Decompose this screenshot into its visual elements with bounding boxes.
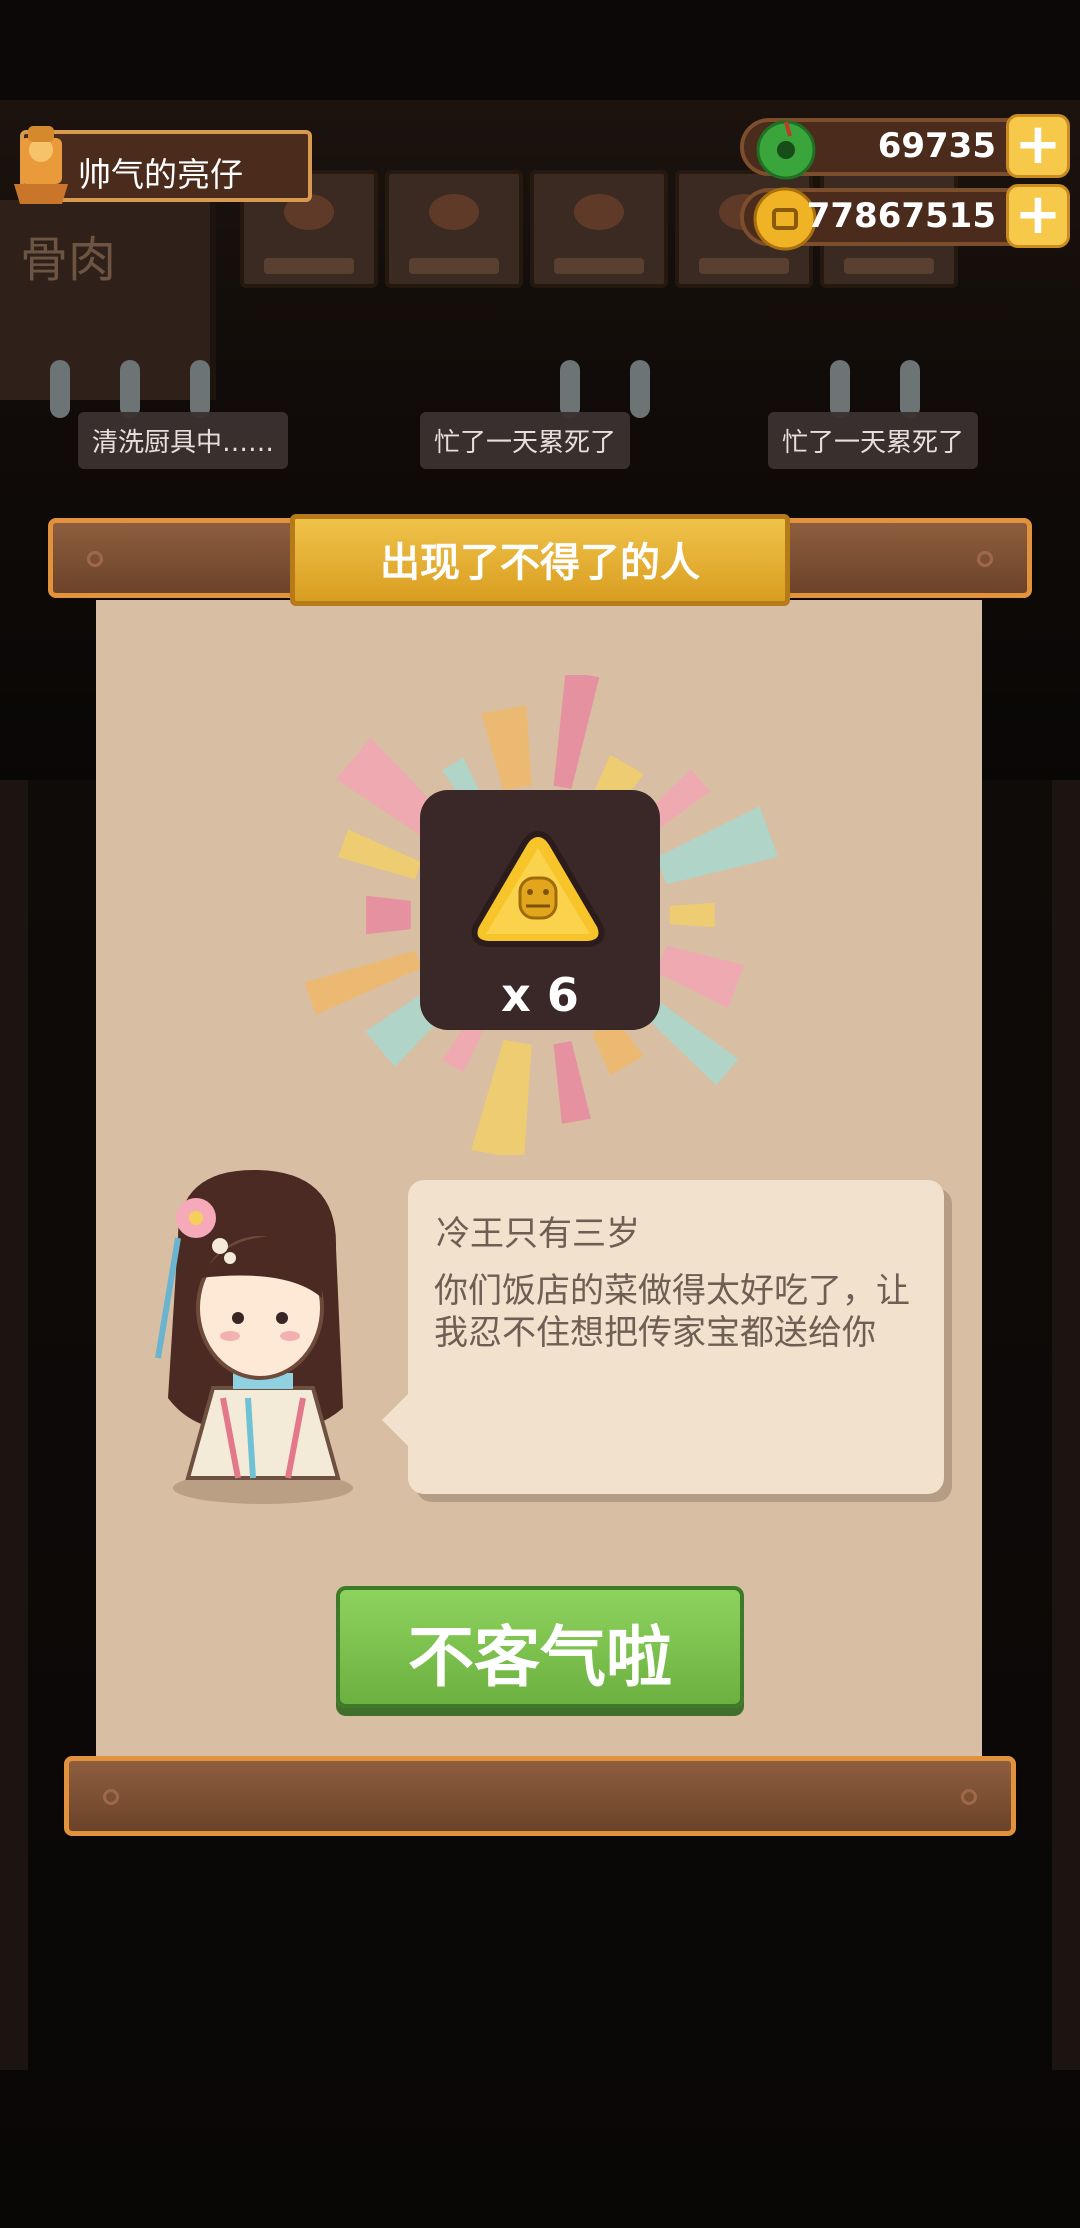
- hanging-fish-icon: [560, 360, 580, 418]
- menu-sign: 骨肉: [0, 200, 216, 400]
- player-name: 帅气的亮仔: [78, 155, 243, 194]
- burst-ray: [656, 945, 744, 1009]
- hanging-fish-icon: [50, 360, 70, 418]
- staff-speech-bubble: 忙了一天累死了: [420, 412, 631, 469]
- staff-speech-bubble: 清洗厨具中……: [78, 412, 289, 469]
- hanging-fish-icon: [630, 360, 650, 418]
- hanging-fish-icon: [190, 360, 210, 418]
- menu-board: [530, 170, 668, 288]
- frame-left: [0, 780, 28, 2070]
- burst-ray: [553, 1041, 591, 1124]
- dialog-message: 你们饭店的菜做得太好吃了，让我忍不住想把传家宝都送给你: [434, 1271, 910, 1353]
- menu-board: [385, 170, 523, 288]
- jade-value: 69735: [877, 126, 996, 166]
- menu-sign-text: 骨肉: [20, 232, 117, 288]
- dialog-speaker-name: 冷王只有三岁: [436, 1214, 640, 1254]
- dialog-bubble-tail: [382, 1390, 412, 1450]
- add-coins-button[interactable]: +: [1006, 184, 1070, 248]
- hanging-fish-icon: [120, 360, 140, 418]
- burst-ray: [338, 829, 422, 880]
- hanging-fish-icon: [900, 360, 920, 418]
- burst-ray: [481, 705, 532, 791]
- burst-ray: [442, 1022, 483, 1073]
- reward-count: x 6: [501, 968, 579, 1022]
- girl-character-portrait: [155, 1169, 353, 1504]
- coin-value: 77867515: [806, 196, 996, 236]
- hanging-fish-icon: [830, 360, 850, 418]
- frame-right: [1052, 780, 1080, 2070]
- burst-ray: [553, 675, 600, 789]
- burst-ray: [669, 902, 715, 928]
- golden-triangle-token-icon: [471, 830, 605, 947]
- burst-ray: [656, 806, 778, 885]
- staff-speech-bubble: 忙了一天累死了: [768, 412, 979, 469]
- scroll-rod-bottom: [64, 1756, 1016, 1836]
- chef-avatar-icon: [14, 126, 68, 204]
- burst-ray: [304, 950, 422, 1015]
- add-jade-button[interactable]: +: [1006, 114, 1070, 178]
- confirm-button-label[interactable]: 不客气啦: [336, 1604, 744, 1700]
- burst-ray: [471, 1039, 532, 1155]
- burst-ray: [366, 895, 411, 935]
- modal-title: 出现了不得了的人: [380, 540, 700, 586]
